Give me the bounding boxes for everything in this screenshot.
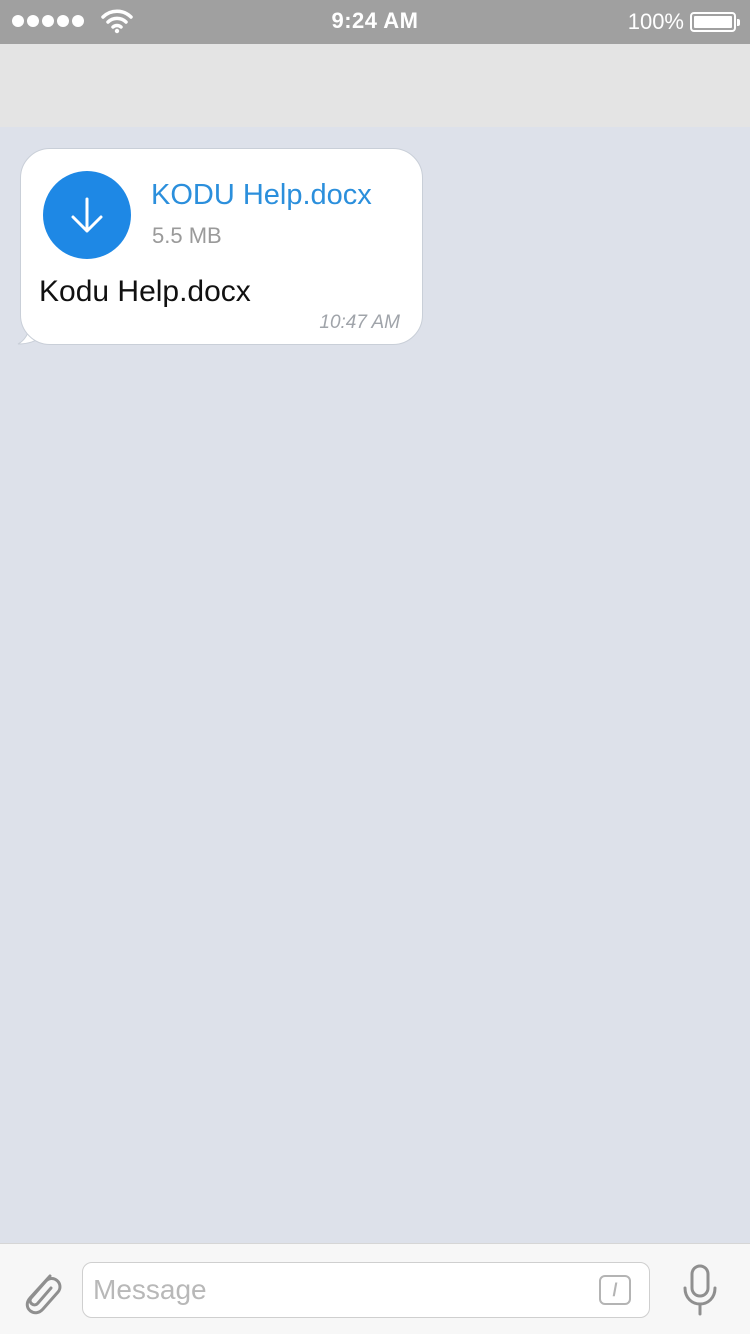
telegram-chat-screen: 9:24 AM 100% KODU Help.docx 5.5 MB Kodu … <box>0 0 750 1334</box>
microphone-icon[interactable] <box>680 1264 720 1318</box>
command-slash-icon[interactable]: / <box>599 1275 631 1305</box>
chat-header <box>0 44 750 127</box>
message-input-field[interactable]: / <box>82 1262 650 1318</box>
file-size: 5.5 MB <box>152 223 222 248</box>
battery-icon <box>690 12 740 32</box>
battery-percentage: 100% <box>627 9 684 34</box>
message-timestamp: 10:47 AM <box>319 312 400 333</box>
message-list[interactable]: KODU Help.docx 5.5 MB Kodu Help.docx 10:… <box>0 127 750 1243</box>
paperclip-icon[interactable] <box>16 1262 64 1318</box>
message-input-bar: / <box>0 1243 750 1334</box>
download-arrow-icon <box>71 197 103 233</box>
message-bubble[interactable]: KODU Help.docx 5.5 MB Kodu Help.docx 10:… <box>20 148 423 345</box>
status-bar: 9:24 AM 100% <box>0 0 750 44</box>
file-name-link[interactable]: KODU Help.docx <box>151 179 372 212</box>
message-caption: Kodu Help.docx <box>39 275 251 308</box>
message-input[interactable] <box>93 1263 583 1317</box>
download-button[interactable] <box>43 171 131 259</box>
